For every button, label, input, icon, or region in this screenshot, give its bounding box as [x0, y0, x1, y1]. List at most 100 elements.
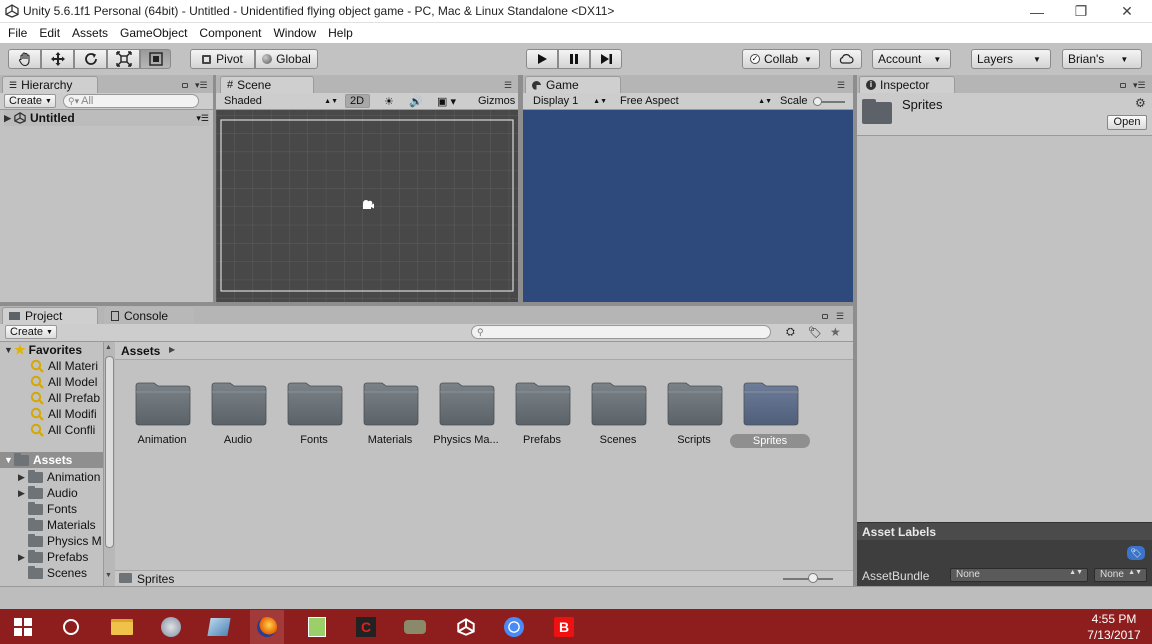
asset-folder[interactable]: Fonts: [276, 376, 352, 452]
favorite-item[interactable]: All Confli: [30, 422, 103, 438]
pivot-toggle-button[interactable]: Pivot: [190, 49, 255, 69]
chrome-icon[interactable]: [497, 610, 531, 644]
maximize-button[interactable]: ❐: [1058, 0, 1104, 23]
gear-icon[interactable]: ⚙: [1135, 96, 1146, 110]
favorite-item[interactable]: All Materi: [30, 358, 103, 374]
pause-button[interactable]: [558, 49, 590, 69]
expand-arrow-icon[interactable]: ▶: [18, 488, 28, 499]
red-c-app-icon[interactable]: C: [349, 610, 383, 644]
lock-icon[interactable]: [1120, 83, 1126, 88]
game-view[interactable]: [523, 110, 853, 302]
asset-folder[interactable]: Prefabs: [504, 376, 580, 452]
panel-menu-icon[interactable]: ☰: [837, 80, 845, 91]
tree-folder[interactable]: Physics M: [28, 533, 103, 549]
asset-folder[interactable]: Physics Ma...: [428, 376, 504, 452]
hierarchy-search-input[interactable]: ⚲▾ All: [63, 94, 199, 108]
project-search-input[interactable]: ⚲: [471, 325, 771, 339]
file-explorer-icon[interactable]: [105, 610, 139, 644]
game-app-icon[interactable]: [398, 610, 432, 644]
display-dropdown[interactable]: Display 1 ▲▼: [533, 94, 607, 108]
expand-arrow-icon[interactable]: ▶: [18, 552, 28, 563]
layout-dropdown[interactable]: Brian's ▼: [1062, 49, 1142, 69]
variant-dropdown[interactable]: None ▲▼: [1094, 568, 1147, 582]
tab-inspector[interactable]: i Inspector: [859, 76, 955, 93]
step-button[interactable]: [590, 49, 622, 69]
move-tool-button[interactable]: [41, 49, 74, 69]
collapse-arrow-icon[interactable]: ▼: [4, 455, 14, 465]
scale-tool-button[interactable]: [107, 49, 140, 69]
lock-icon[interactable]: [182, 83, 188, 88]
asset-folder[interactable]: Audio: [200, 376, 276, 452]
unity-app-icon[interactable]: [449, 610, 483, 644]
asset-folder[interactable]: Animation: [124, 376, 200, 452]
tab-scene[interactable]: # Scene: [220, 76, 314, 93]
filter-label-icon[interactable]: 🏷: [808, 325, 822, 339]
rect-tool-button[interactable]: [140, 49, 171, 69]
tree-folder[interactable]: ▶ Audio: [18, 485, 103, 501]
minimize-button[interactable]: —: [1014, 0, 1060, 23]
favorite-item[interactable]: All Model: [30, 374, 103, 390]
filter-type-icon[interactable]: ⛭: [786, 325, 795, 339]
paint-app-icon[interactable]: [154, 610, 188, 644]
tree-folder[interactable]: Scenes: [28, 565, 103, 581]
play-button[interactable]: [526, 49, 558, 69]
favorite-star-icon[interactable]: ★: [830, 325, 841, 339]
menu-edit[interactable]: Edit: [33, 26, 66, 40]
collab-dropdown[interactable]: ✓ Collab ▼: [742, 49, 820, 69]
expand-arrow-icon[interactable]: ▶: [18, 472, 28, 483]
brave-b-icon[interactable]: B: [547, 610, 581, 644]
collapse-arrow-icon[interactable]: ▼: [4, 345, 14, 355]
menu-window[interactable]: Window: [267, 26, 322, 40]
open-button[interactable]: Open: [1107, 115, 1147, 130]
panel-menu-icon[interactable]: ☰: [504, 80, 512, 91]
tree-folder[interactable]: ▶ Animation: [18, 469, 103, 485]
tree-scrollbar-thumb[interactable]: [105, 356, 114, 548]
camera-gizmo-icon[interactable]: [361, 199, 375, 211]
close-button[interactable]: ✕: [1104, 0, 1150, 23]
menu-gameobject[interactable]: GameObject: [114, 26, 193, 40]
project-create-dropdown[interactable]: Create ▼: [5, 325, 57, 339]
asset-labels-header[interactable]: Asset Labels: [857, 522, 1152, 540]
tree-folder[interactable]: Fonts: [28, 501, 103, 517]
menu-assets[interactable]: Assets: [66, 26, 114, 40]
aspect-dropdown[interactable]: Free Aspect ▲▼: [620, 94, 772, 108]
scene-menu-icon[interactable]: ▾☰: [196, 113, 209, 124]
shading-mode-dropdown[interactable]: Shaded ▲▼: [224, 94, 338, 108]
gizmos-dropdown[interactable]: Gizmos: [478, 94, 515, 108]
panel-menu-icon[interactable]: ☰: [836, 311, 844, 322]
audio-toggle-icon[interactable]: 🔊: [409, 94, 423, 108]
favorite-item[interactable]: All Modifi: [30, 406, 103, 422]
menu-file[interactable]: File: [2, 26, 33, 40]
hand-tool-button[interactable]: [8, 49, 41, 69]
scroll-down-arrow-icon[interactable]: ▼: [105, 572, 112, 579]
expand-arrow-icon[interactable]: ▶: [4, 113, 14, 124]
tree-folder[interactable]: Materials: [28, 517, 103, 533]
cloud-button[interactable]: [830, 49, 862, 69]
favorite-item[interactable]: All Prefab: [30, 390, 103, 406]
tree-scrollbar[interactable]: ▲ ▼: [103, 342, 115, 586]
clock-date[interactable]: 7/13/2017: [1080, 628, 1148, 642]
rotate-tool-button[interactable]: [74, 49, 107, 69]
assetbundle-dropdown[interactable]: None ▲▼: [950, 568, 1088, 582]
2d-toggle-button[interactable]: 2D: [345, 94, 370, 108]
tab-console[interactable]: Console: [104, 307, 194, 324]
global-toggle-button[interactable]: Global: [255, 49, 318, 69]
effects-dropdown-icon[interactable]: ▣ ▾: [437, 94, 456, 108]
breadcrumb-assets[interactable]: Assets: [121, 344, 160, 358]
asset-folder[interactable]: Scenes: [580, 376, 656, 452]
asset-folder[interactable]: Sprites: [730, 376, 810, 452]
lock-icon[interactable]: [822, 314, 828, 319]
asset-folder[interactable]: Materials: [352, 376, 428, 452]
tab-game[interactable]: Game: [525, 76, 621, 93]
layers-dropdown[interactable]: Layers ▼: [971, 49, 1051, 69]
notebook-app-icon[interactable]: [202, 610, 236, 644]
tree-folder[interactable]: ▶ Prefabs: [18, 549, 103, 565]
scene-root-row[interactable]: ▶ Untitled ▾☰: [4, 110, 209, 126]
clock-time[interactable]: 4:55 PM: [1080, 612, 1148, 626]
icon-size-slider-thumb[interactable]: [808, 573, 818, 583]
favorites-row[interactable]: ▼ ★ Favorites: [4, 342, 103, 358]
tab-project[interactable]: Project: [2, 307, 98, 324]
panel-menu-icon[interactable]: ▾☰: [195, 80, 208, 91]
hierarchy-create-dropdown[interactable]: Create ▼: [4, 94, 56, 108]
menu-help[interactable]: Help: [322, 26, 359, 40]
